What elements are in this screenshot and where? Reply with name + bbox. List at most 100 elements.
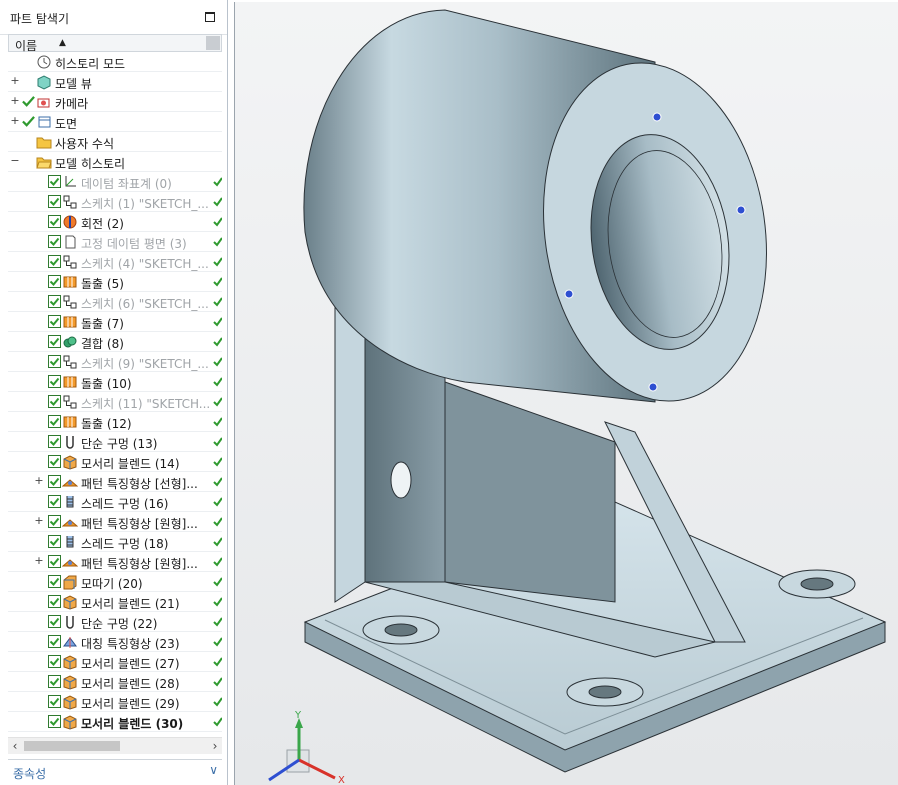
expand-icon[interactable]: +	[10, 95, 20, 106]
tree-node-f14[interactable]: 모서리 블렌드 (14)	[8, 452, 222, 472]
vertical-scrollbar-stub[interactable]	[206, 36, 220, 50]
tree-node-f8[interactable]: 결합 (8)	[8, 332, 222, 352]
tree-node-f1[interactable]: 스케치 (1) "SKETCH_...	[8, 192, 222, 212]
tree-node-f9[interactable]: 스케치 (9) "SKETCH_...	[8, 352, 222, 372]
tree-node-f2[interactable]: 회전 (2)	[8, 212, 222, 232]
column-header-name[interactable]: 이름 ▲	[8, 34, 222, 53]
feature-checkbox[interactable]	[48, 655, 61, 668]
feature-checkbox[interactable]	[48, 575, 61, 588]
scroll-thumb[interactable]	[24, 741, 120, 751]
feature-checkbox[interactable]	[48, 195, 61, 208]
tree-node-f22[interactable]: 단순 구멍 (22)	[8, 612, 222, 632]
graphics-window[interactable]: Y X	[234, 2, 898, 785]
edge-blend-icon	[62, 654, 78, 670]
simple-hole-icon	[62, 434, 78, 450]
tree-node-f11[interactable]: 스케치 (11) "SKETCH...	[8, 392, 222, 412]
feature-checkbox[interactable]	[48, 715, 61, 728]
feature-checkbox[interactable]	[48, 215, 61, 228]
scroll-left-icon[interactable]: ‹	[8, 738, 22, 754]
feature-checkbox[interactable]	[48, 255, 61, 268]
tree-node-label: 스케치 (4) "SKETCH_...	[81, 257, 209, 271]
expand-icon[interactable]: +	[10, 115, 20, 126]
tree-node-f7[interactable]: 돌출 (7)	[8, 312, 222, 332]
tree-node-model-view[interactable]: + 모델 뷰	[8, 72, 222, 92]
tree-node-f19[interactable]: + 패턴 특징형상 [원형]...	[8, 552, 222, 572]
feature-checkbox[interactable]	[48, 515, 61, 528]
datum-plane-icon	[62, 234, 78, 250]
feature-checkbox[interactable]	[48, 595, 61, 608]
tree-node-user-expr[interactable]: 사용자 수식	[8, 132, 222, 152]
dependencies-panel-header[interactable]: 종속성 ∨	[8, 759, 222, 782]
up-to-date-icon	[213, 196, 222, 207]
tree-node-f4[interactable]: 스케치 (4) "SKETCH_...	[8, 252, 222, 272]
expand-icon[interactable]: +	[34, 515, 44, 526]
tree-node-f30[interactable]: 모서리 블렌드 (30)	[8, 712, 222, 732]
tree-node-camera[interactable]: + 카메라	[8, 92, 222, 112]
tree-node-f10[interactable]: 돌출 (10)	[8, 372, 222, 392]
expand-icon[interactable]: +	[34, 555, 44, 566]
up-to-date-icon	[213, 256, 222, 267]
triad-x-label: X	[338, 775, 345, 785]
feature-checkbox[interactable]	[48, 235, 61, 248]
feature-checkbox[interactable]	[48, 315, 61, 328]
expand-icon[interactable]: +	[34, 475, 44, 486]
tree-node-f12[interactable]: 돌출 (12)	[8, 412, 222, 432]
feature-checkbox[interactable]	[48, 635, 61, 648]
tree-node-label: 모서리 블렌드 (28)	[81, 677, 180, 691]
feature-checkbox[interactable]	[48, 335, 61, 348]
feature-checkbox[interactable]	[48, 555, 61, 568]
feature-checkbox[interactable]	[48, 475, 61, 488]
feature-checkbox[interactable]	[48, 435, 61, 448]
feature-checkbox[interactable]	[48, 375, 61, 388]
feature-checkbox[interactable]	[48, 615, 61, 628]
pattern-icon	[61, 474, 79, 490]
feature-checkbox[interactable]	[48, 675, 61, 688]
feature-checkbox[interactable]	[48, 415, 61, 428]
tree-node-f6[interactable]: 스케치 (6) "SKETCH_...	[8, 292, 222, 312]
maximize-icon[interactable]	[205, 12, 215, 22]
tree-node-f23[interactable]: 대칭 특징형상 (23)	[8, 632, 222, 652]
tree-node-f15[interactable]: + 패턴 특징형상 [선형]...	[8, 472, 222, 492]
tree-node-f3[interactable]: 고정 데이텀 평면 (3)	[8, 232, 222, 252]
tree-node-f18[interactable]: 스레드 구멍 (18)	[8, 532, 222, 552]
tree-node-f27[interactable]: 모서리 블렌드 (27)	[8, 652, 222, 672]
chevron-down-icon[interactable]: ∨	[209, 763, 218, 777]
feature-checkbox[interactable]	[48, 535, 61, 548]
edge-blend-icon	[62, 594, 78, 610]
feature-checkbox[interactable]	[48, 695, 61, 708]
feature-checkbox[interactable]	[48, 395, 61, 408]
tree-node-history-mode[interactable]: 히스토리 모드	[8, 52, 222, 72]
scroll-right-icon[interactable]: ›	[208, 738, 222, 754]
feature-checkbox[interactable]	[48, 275, 61, 288]
tree-node-label: 스레드 구멍 (16)	[81, 497, 169, 511]
tree-node-f13[interactable]: 단순 구멍 (13)	[8, 432, 222, 452]
feature-checkbox[interactable]	[48, 175, 61, 188]
mirror-feature-icon	[62, 634, 78, 650]
tree-node-label: 사용자 수식	[55, 137, 115, 151]
feature-checkbox[interactable]	[48, 355, 61, 368]
sketch-icon	[62, 254, 78, 270]
clock-icon	[36, 54, 52, 70]
horizontal-scrollbar[interactable]: ‹ ›	[8, 737, 222, 754]
dependencies-label: 종속성	[13, 767, 47, 781]
visible-check-icon[interactable]	[22, 95, 35, 108]
tree-node-f20[interactable]: 모따기 (20)	[8, 572, 222, 592]
visible-check-icon[interactable]	[22, 115, 35, 128]
tree-node-model-history[interactable]: − 모델 히스토리	[8, 152, 222, 172]
tree-node-f21[interactable]: 모서리 블렌드 (21)	[8, 592, 222, 612]
tree-node-f0[interactable]: 데이텀 좌표계 (0)	[8, 172, 222, 192]
tree-node-label: 모서리 블렌드 (30)	[81, 717, 184, 731]
tree-node-f28[interactable]: 모서리 블렌드 (28)	[8, 672, 222, 692]
feature-checkbox[interactable]	[48, 295, 61, 308]
tree-node-f17[interactable]: + 패턴 특징형상 [원형]...	[8, 512, 222, 532]
tree-node-f16[interactable]: 스레드 구멍 (16)	[8, 492, 222, 512]
tree-node-f29[interactable]: 모서리 블렌드 (29)	[8, 692, 222, 712]
expand-icon[interactable]: +	[10, 75, 20, 86]
collapse-icon[interactable]: −	[10, 155, 20, 166]
tree-node-drawing[interactable]: + 도면	[8, 112, 222, 132]
sketch-icon	[62, 194, 78, 210]
feature-checkbox[interactable]	[48, 455, 61, 468]
tree-node-f5[interactable]: 돌출 (5)	[8, 272, 222, 292]
tree-node-label: 데이텀 좌표계 (0)	[81, 177, 172, 191]
feature-checkbox[interactable]	[48, 495, 61, 508]
